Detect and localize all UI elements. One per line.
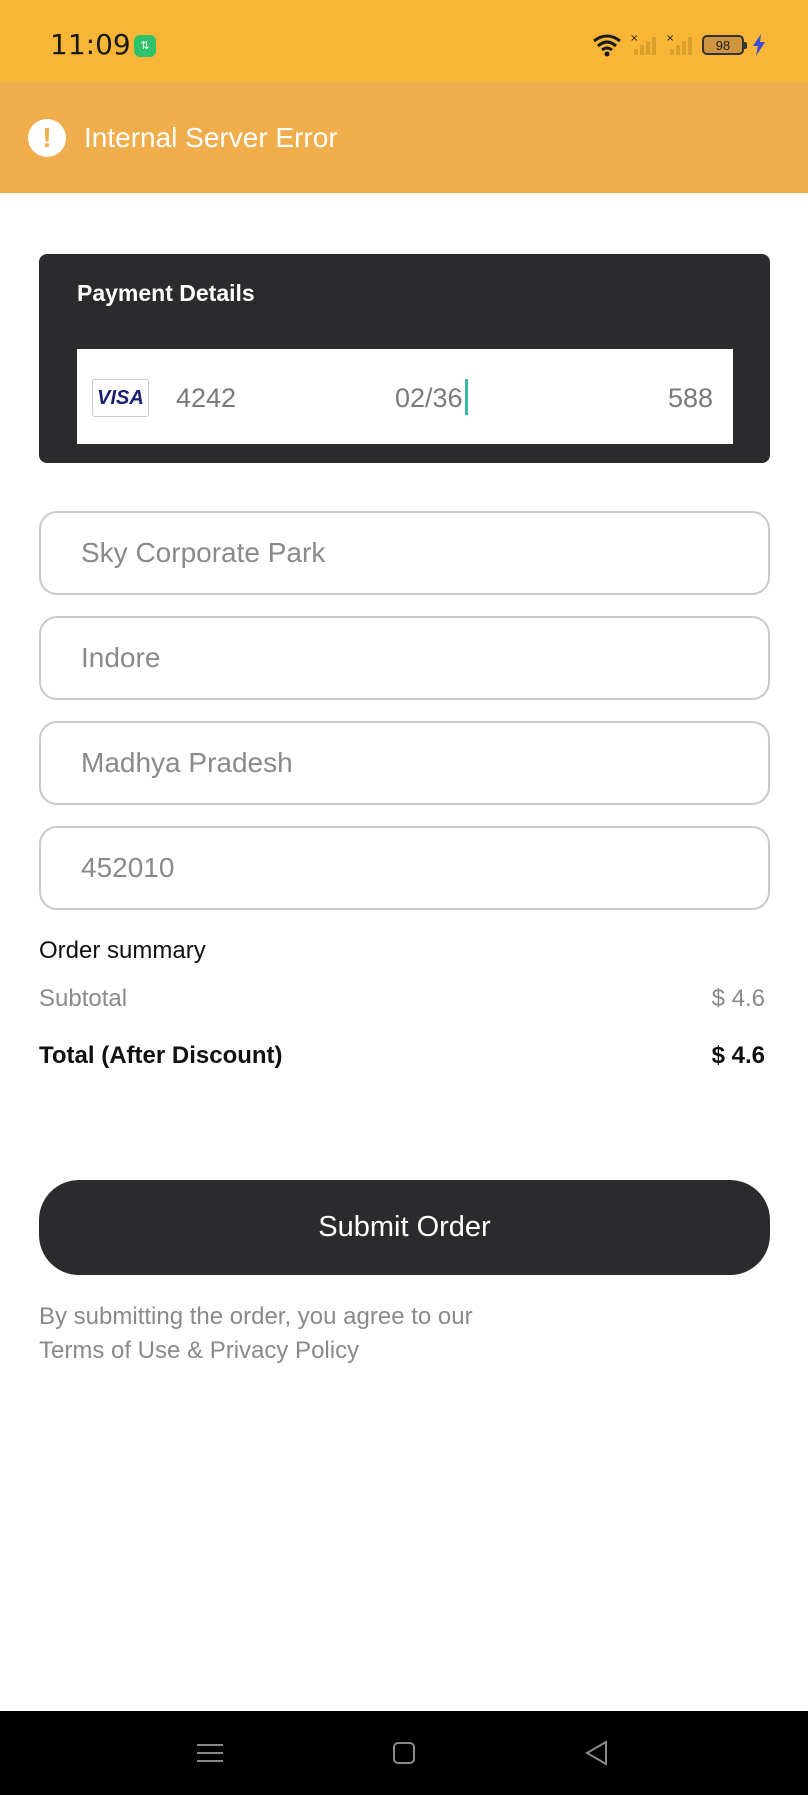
error-banner: ! Internal Server Error — [0, 82, 808, 193]
payment-details-card: Payment Details VISA 4242 02/36 588 — [39, 254, 770, 463]
order-summary-title: Order summary — [39, 937, 206, 964]
text-cursor — [465, 379, 468, 415]
address-line-input[interactable] — [41, 513, 768, 593]
city-input[interactable] — [41, 618, 768, 698]
menu-icon[interactable] — [188, 1731, 232, 1775]
city-field[interactable] — [39, 616, 770, 700]
card-expiry-field[interactable]: 02/36 — [395, 383, 463, 414]
state-field[interactable] — [39, 721, 770, 805]
payment-details-title: Payment Details — [77, 280, 255, 306]
card-cvc-field[interactable]: 588 — [668, 383, 713, 414]
total-row: Total (After Discount) $ 4.6 — [39, 1042, 765, 1070]
card-input[interactable]: VISA 4242 02/36 588 — [77, 349, 733, 444]
subtotal-row: Subtotal $ 4.6 — [39, 985, 765, 1013]
subtotal-value: $ 4.6 — [711, 985, 765, 1012]
exclamation-icon: ! — [28, 118, 66, 157]
charging-icon — [753, 34, 765, 56]
back-icon[interactable] — [574, 1731, 618, 1775]
wifi-icon — [593, 34, 621, 57]
terms-link[interactable]: Terms of Use & Privacy Policy — [39, 1337, 359, 1364]
status-icons: × × 98 — [592, 30, 766, 60]
home-icon[interactable] — [382, 1731, 426, 1775]
svg-text:×: × — [630, 33, 638, 44]
status-bar: 11:09 ⇅ × × 98 — [0, 0, 808, 82]
zip-field[interactable] — [39, 826, 770, 910]
total-value: $ 4.6 — [711, 1042, 765, 1069]
signal-icon: × — [666, 33, 692, 55]
visa-card-icon: VISA — [92, 379, 149, 417]
battery-level: 98 — [715, 37, 731, 53]
svg-text:×: × — [666, 33, 674, 44]
signal-icon: × — [630, 33, 656, 55]
total-label: Total (After Discount) — [39, 1042, 283, 1069]
system-nav-bar — [0, 1711, 808, 1795]
battery-icon: 98 — [702, 35, 747, 55]
address-line-field[interactable] — [39, 511, 770, 595]
zip-input[interactable] — [41, 828, 768, 908]
state-input[interactable] — [41, 723, 768, 803]
terms-notice: By submitting the order, you agree to ou… — [39, 1300, 473, 1368]
status-time: 11:09 — [50, 28, 131, 61]
submit-order-button[interactable]: Submit Order — [39, 1180, 770, 1275]
error-message: Internal Server Error — [84, 121, 338, 153]
subtotal-label: Subtotal — [39, 985, 128, 1012]
app-notification-icon: ⇅ — [134, 35, 156, 57]
terms-text: By submitting the order, you agree to ou… — [39, 1303, 473, 1330]
card-number-field[interactable]: 4242 — [176, 383, 236, 414]
